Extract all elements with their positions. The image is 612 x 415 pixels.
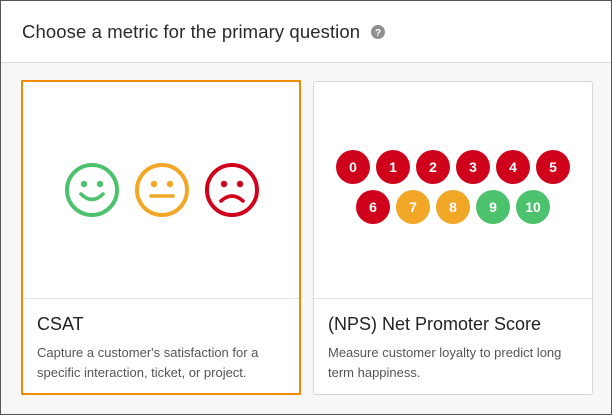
nps-scale-row-2: 6 7 8 9 10 (314, 190, 592, 224)
metric-chooser-panel: Choose a metric for the primary question… (0, 0, 612, 415)
nps-title: (NPS) Net Promoter Score (328, 314, 542, 334)
sad-face-icon (205, 163, 259, 217)
nps-score-3: 3 (456, 150, 490, 184)
csat-option-card[interactable]: CSAT Capture a customer's satisfaction f… (21, 80, 301, 395)
nps-score-0: 0 (336, 150, 370, 184)
nps-score-4: 4 (496, 150, 530, 184)
nps-score-10: 10 (516, 190, 550, 224)
card-divider (314, 298, 592, 299)
nps-score-9: 9 (476, 190, 510, 224)
nps-scale: 0 1 2 3 4 5 6 7 8 9 10 (314, 82, 592, 298)
nps-score-1: 1 (376, 150, 410, 184)
csat-title: CSAT (37, 314, 84, 334)
nps-score-6: 6 (356, 190, 390, 224)
question-circle-icon[interactable]: ? (371, 25, 385, 39)
nps-scale-row-1: 0 1 2 3 4 5 (314, 150, 592, 184)
svg-text:?: ? (375, 28, 381, 39)
nps-score-7: 7 (396, 190, 430, 224)
card-divider (23, 298, 299, 299)
csat-faces (23, 82, 299, 298)
nps-score-5: 5 (536, 150, 570, 184)
nps-option-card[interactable]: 0 1 2 3 4 5 6 7 8 9 10 (NPS) Net Promote… (313, 81, 593, 395)
nps-score-2: 2 (416, 150, 450, 184)
panel-header: Choose a metric for the primary question… (1, 1, 611, 63)
metric-options: CSAT Capture a customer's satisfaction f… (1, 63, 611, 414)
panel-title: Choose a metric for the primary question (22, 21, 361, 42)
neutral-face-icon (135, 163, 189, 217)
csat-description: Capture a customer's satisfaction for a … (37, 345, 259, 380)
nps-score-8: 8 (436, 190, 470, 224)
happy-face-icon (65, 163, 119, 217)
nps-description: Measure customer loyalty to predict long… (328, 345, 562, 380)
